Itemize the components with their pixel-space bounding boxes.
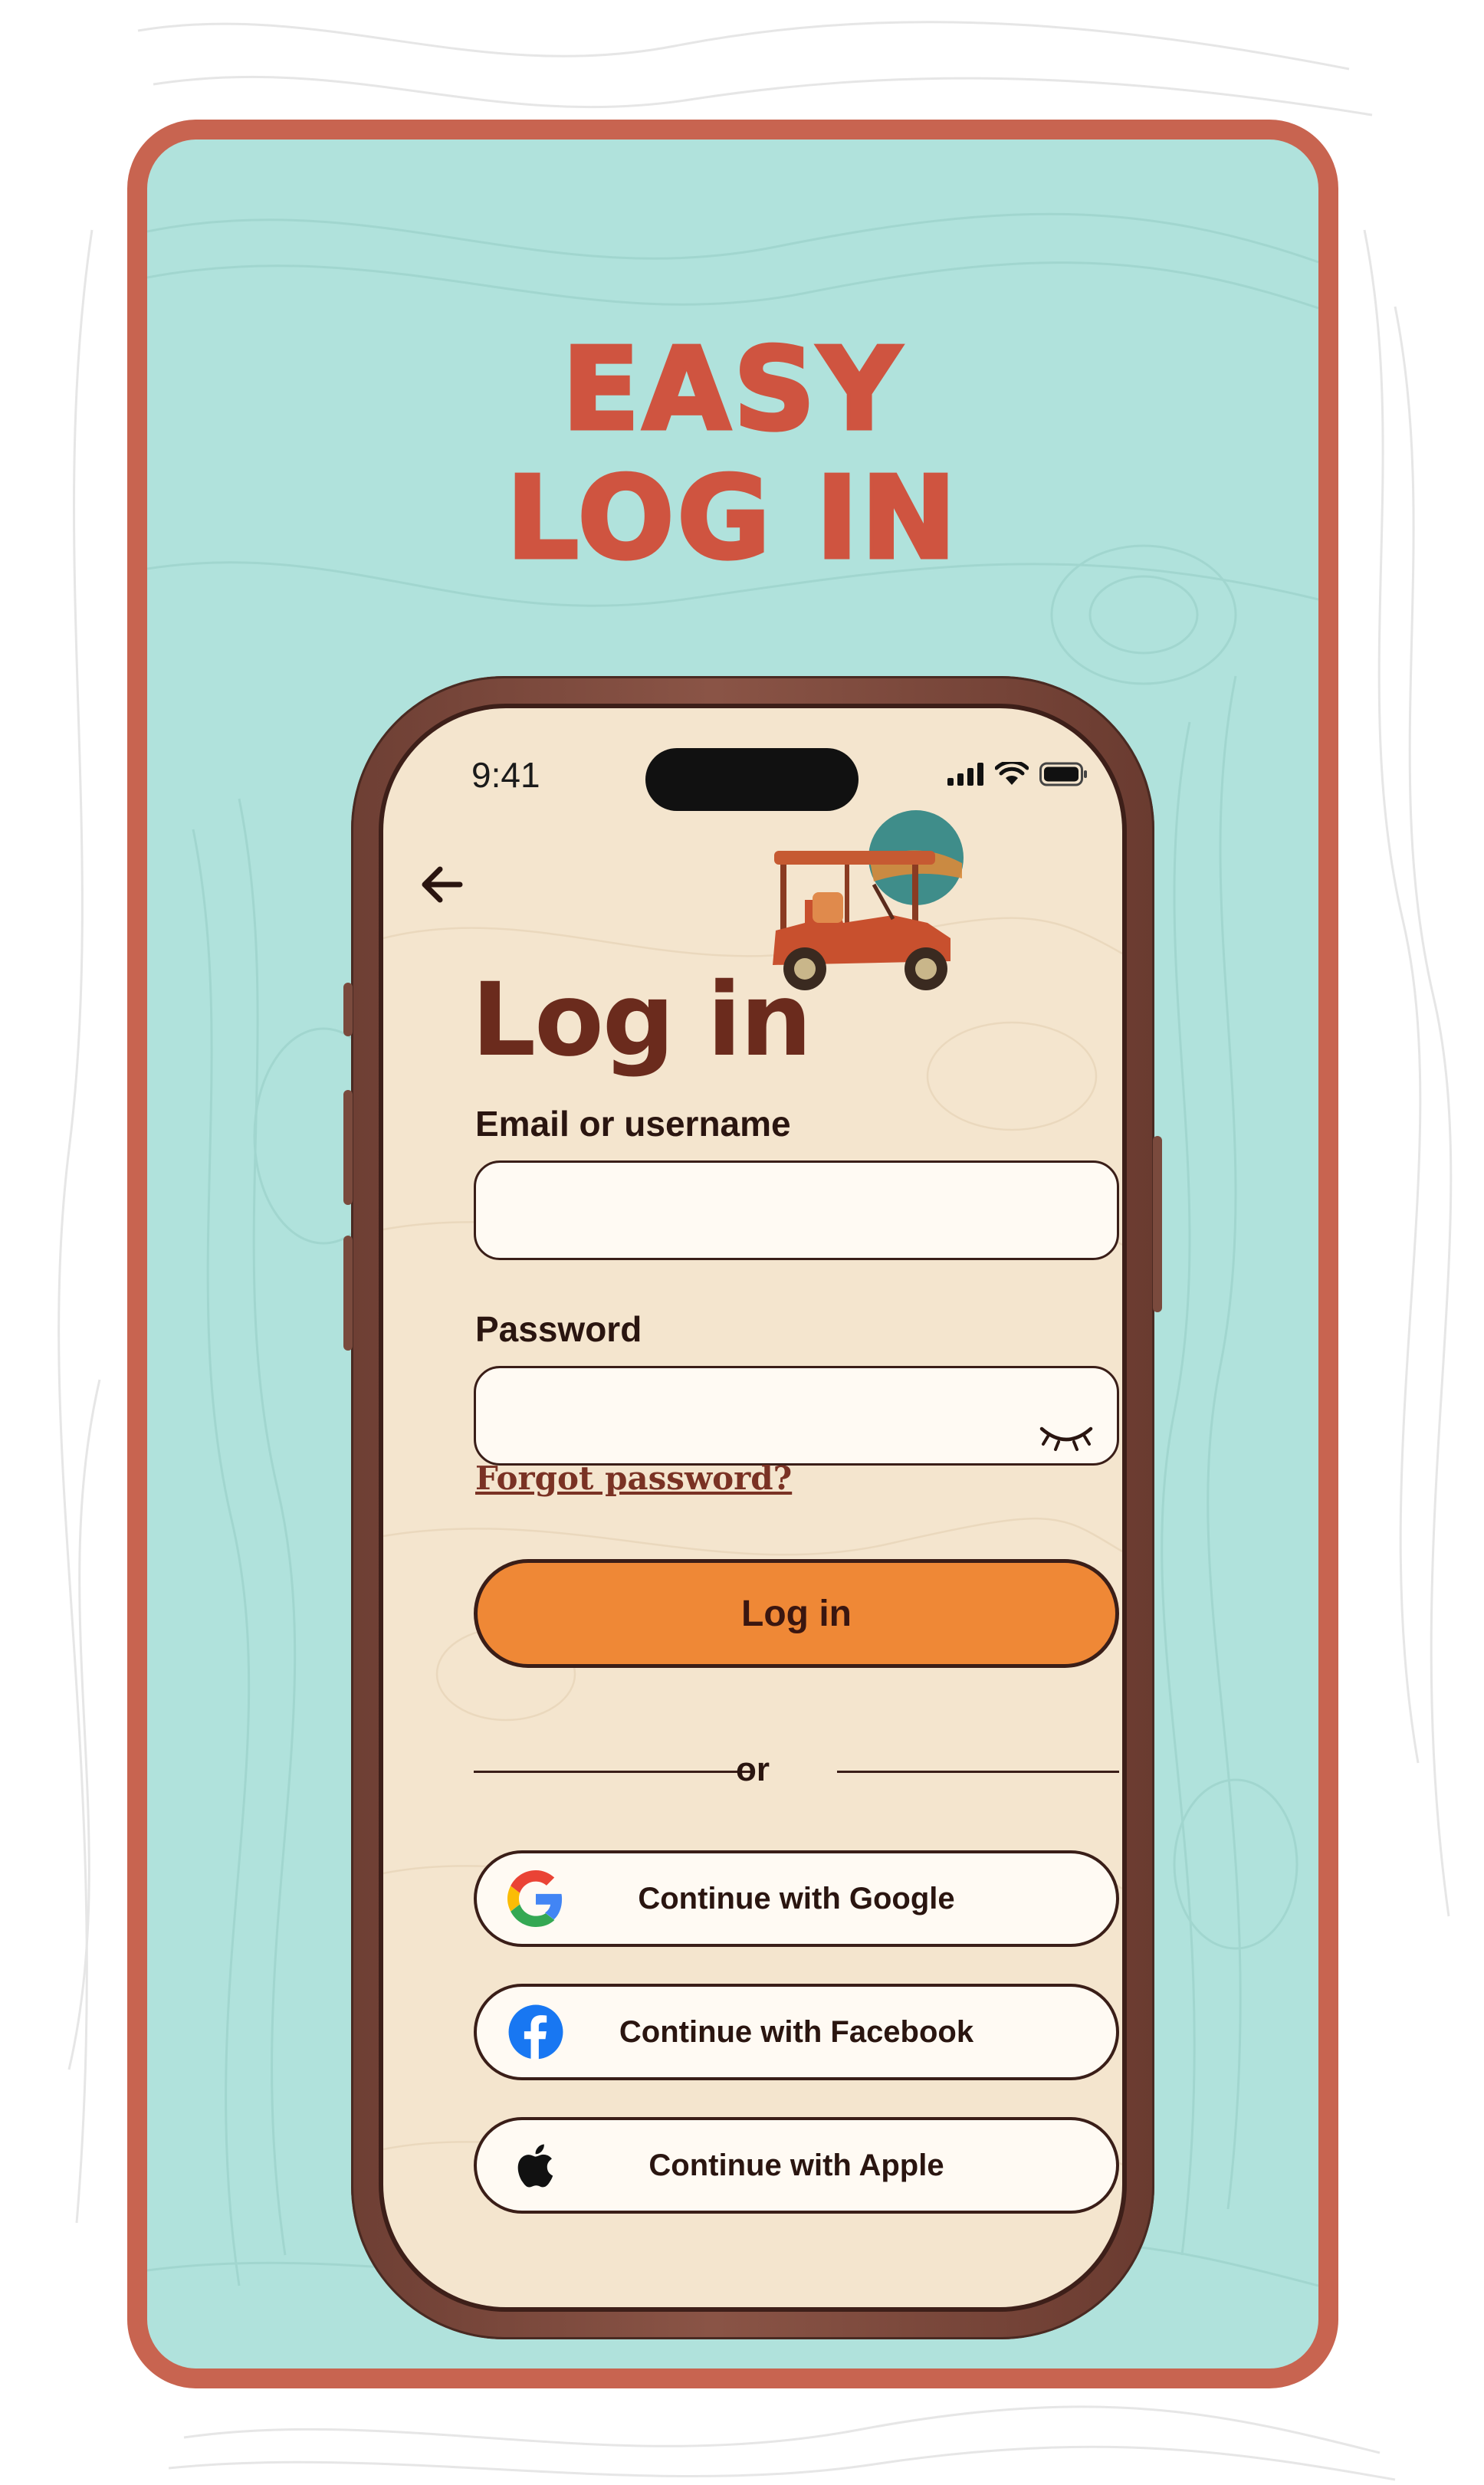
forgot-password-link[interactable]: Forgot password? [475,1459,792,1497]
phone-volume-down [343,1236,353,1351]
phone-action-button [343,983,353,1036]
login-button[interactable]: Log in [474,1559,1119,1668]
signal-icon [947,763,983,786]
phone-mockup: 9:41 Log in Email or username Password F… [343,676,1162,2339]
email-field[interactable] [474,1160,1119,1260]
headline-line-2: LOG IN [504,452,960,584]
continue-with-google-button[interactable]: Continue with Google [474,1850,1119,1947]
golf-cart-illustration [773,810,964,990]
phone-volume-up [343,1090,353,1205]
phone-power-button [1153,1136,1162,1312]
divider-line-right [837,1771,1119,1773]
login-screen: 9:41 Log in Email or username Password F… [383,708,1122,2307]
continue-with-apple-button[interactable]: Continue with Apple [474,2117,1119,2214]
divider-or: or [736,1751,770,1788]
dynamic-island [645,748,859,811]
continue-with-facebook-button[interactable]: Continue with Facebook [474,1984,1119,2080]
google-button-label: Continue with Google [638,1881,955,1915]
status-icons [947,762,1088,786]
wifi-icon [995,762,1029,785]
email-label: Email or username [475,1104,791,1144]
headline-line-1: EASY [560,323,904,455]
google-icon [507,1870,563,1927]
apple-icon [517,2144,553,2188]
battery-icon [1039,762,1087,786]
facebook-button-label: Continue with Facebook [619,2014,974,2049]
eye-closed-icon[interactable] [1039,1421,1094,1452]
status-time: 9:41 [471,755,540,795]
facebook-icon [508,2004,563,2060]
arrow-left-icon[interactable] [414,854,475,915]
password-field[interactable] [474,1366,1119,1466]
apple-button-label: Continue with Apple [648,2148,944,2182]
password-label: Password [475,1309,642,1349]
